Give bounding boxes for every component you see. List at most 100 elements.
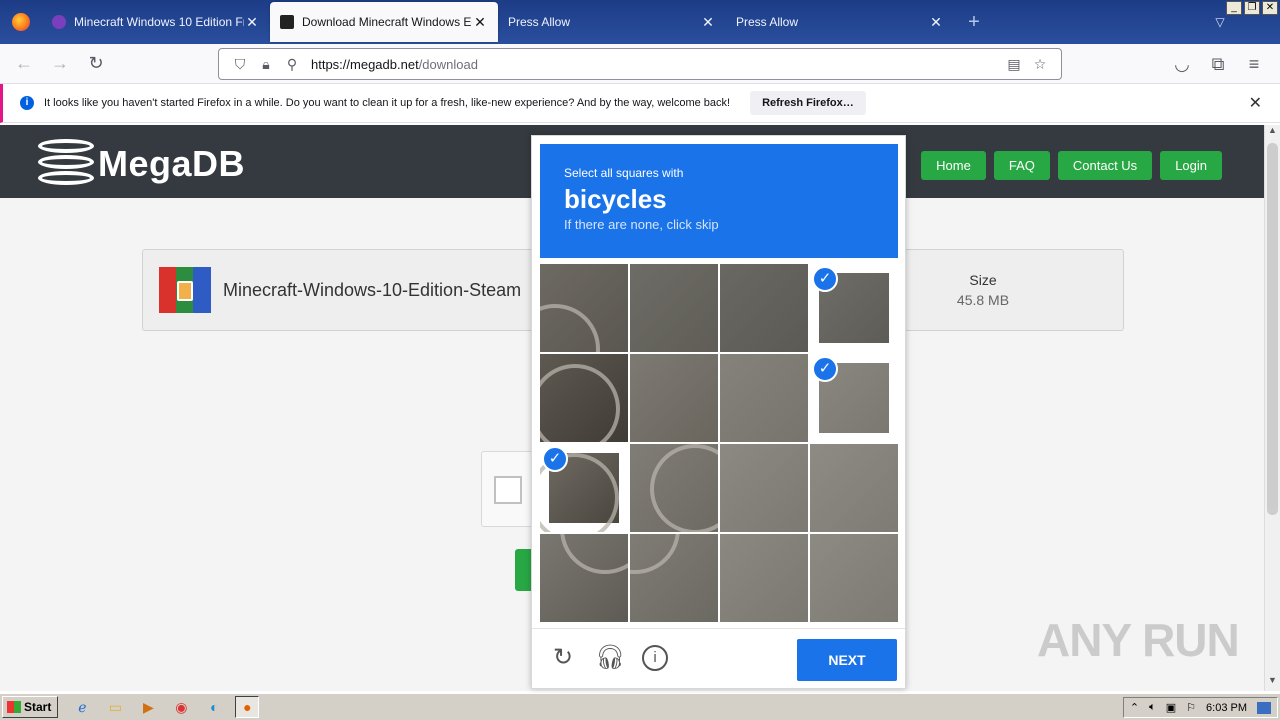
new-tab-button[interactable]: + <box>954 0 994 44</box>
captcha-tile-7[interactable] <box>720 354 808 442</box>
show-desktop-icon[interactable] <box>1257 701 1271 714</box>
captcha-tile-9[interactable]: ✓ <box>540 444 628 532</box>
captcha-tile-image <box>630 534 718 622</box>
media-player-icon[interactable]: ▶ <box>136 696 160 718</box>
anyrun-watermark: ANY RUN <box>1037 614 1240 666</box>
tab-title: Minecraft Windows 10 Edition Free <box>74 15 244 29</box>
scroll-thumb[interactable] <box>1267 143 1278 515</box>
nav-login-button[interactable]: Login <box>1160 151 1222 180</box>
captcha-tile-12[interactable] <box>810 444 898 532</box>
captcha-tile-image <box>630 444 718 532</box>
reader-view-icon[interactable]: ▤ <box>1001 56 1027 73</box>
tab-close-icon[interactable]: ✕ <box>928 14 944 31</box>
captcha-tile-2[interactable] <box>630 264 718 352</box>
captcha-tile-5[interactable] <box>540 354 628 442</box>
winrar-archive-icon <box>159 267 211 313</box>
captcha-tile-14[interactable] <box>630 534 718 622</box>
network-icon[interactable]: ▣ <box>1166 701 1176 714</box>
forward-arrow-icon[interactable]: → <box>42 48 78 80</box>
restore-icon[interactable]: ❐ <box>1244 1 1260 15</box>
reload-challenge-icon[interactable]: ↻ <box>548 643 578 673</box>
captcha-tile-10[interactable] <box>630 444 718 532</box>
close-window-icon[interactable]: ✕ <box>1262 1 1278 15</box>
next-button[interactable]: NEXT <box>797 639 897 681</box>
pocket-icon[interactable]: ◡ <box>1164 48 1200 80</box>
captcha-checkbox[interactable] <box>494 476 522 504</box>
nav-contact-button[interactable]: Contact Us <box>1057 151 1153 180</box>
windows-flag-icon <box>7 701 21 713</box>
firefox-menu[interactable] <box>0 0 42 44</box>
captcha-tile-11[interactable] <box>720 444 808 532</box>
nav-faq-button[interactable]: FAQ <box>993 151 1050 180</box>
window-controls: _ ❐ ✕ <box>1226 1 1278 15</box>
page-scrollbar[interactable]: ▲ ▼ <box>1264 125 1280 691</box>
tab-title: Press Allow <box>508 15 571 29</box>
start-button[interactable]: Start <box>2 696 59 718</box>
captcha-tile-4[interactable]: ✓ <box>810 264 898 352</box>
captcha-tile-13[interactable] <box>540 534 628 622</box>
permissions-icon[interactable]: ⚲ <box>279 56 305 73</box>
tab-press-allow-1[interactable]: Press Allow ✕ <box>498 0 726 44</box>
tab-minecraft-free[interactable]: Minecraft Windows 10 Edition Free ✕ <box>42 0 270 44</box>
chrome-icon[interactable]: ◉ <box>169 696 193 718</box>
edge-icon[interactable]: ◐ <box>202 696 226 718</box>
tab-close-icon[interactable]: ✕ <box>700 14 716 31</box>
nav-home-button[interactable]: Home <box>921 151 986 180</box>
file-explorer-icon[interactable]: ▭ <box>103 696 127 718</box>
tab-title: Download Minecraft Windows Editio <box>302 15 472 29</box>
volume-icon[interactable]: 🔈︎ <box>1149 701 1156 714</box>
tab-download-minecraft[interactable]: Download Minecraft Windows Editio ✕ <box>270 2 498 42</box>
windows-taskbar: Start ℯ ▭ ▶ ◉ ◐ ● ⌃ 🔈︎ ▣ ⚐ 6:03 PM <box>0 693 1280 720</box>
tray-expand-icon[interactable]: ⌃ <box>1130 701 1139 714</box>
minimize-icon[interactable]: _ <box>1226 1 1242 15</box>
megadb-favicon-icon <box>280 15 294 29</box>
refresh-firefox-notification: i It looks like you haven't started Fire… <box>0 84 1280 123</box>
lock-icon[interactable]: 🔒︎ <box>253 56 279 73</box>
tab-close-icon[interactable]: ✕ <box>472 14 488 31</box>
tab-favicon-icon <box>52 15 66 29</box>
extensions-puzzle-icon[interactable]: ⧉ <box>1200 48 1236 80</box>
firefox-logo-icon <box>12 13 30 31</box>
clock[interactable]: 6:03 PM <box>1206 702 1247 714</box>
url-path: /download <box>418 56 478 72</box>
selected-check-icon: ✓ <box>542 446 568 472</box>
refresh-firefox-button[interactable]: Refresh Firefox… <box>750 91 866 115</box>
captcha-image-grid: ✓ ✓ ✓ <box>540 264 898 622</box>
captcha-tile-image <box>630 354 718 442</box>
info-icon[interactable]: i <box>642 645 668 671</box>
navigation-toolbar: ← → ↻ ⛉ 🔒︎ ⚲ https://megadb.net/download… <box>0 44 1280 84</box>
firefox-taskbar-icon[interactable]: ● <box>235 696 260 718</box>
captcha-tile-image <box>540 534 628 622</box>
megadb-logo[interactable]: MegaDB <box>38 137 245 191</box>
captcha-tile-1[interactable] <box>540 264 628 352</box>
reload-icon[interactable]: ↻ <box>78 48 114 80</box>
captcha-tile-8[interactable]: ✓ <box>810 354 898 442</box>
url-text[interactable]: https://megadb.net/download <box>311 57 1001 72</box>
site-nav: Home FAQ Contact Us Login <box>921 151 1222 180</box>
scroll-up-icon[interactable]: ▲ <box>1265 125 1280 141</box>
tab-bar: Minecraft Windows 10 Edition Free ✕ Down… <box>0 0 1280 44</box>
start-label: Start <box>24 700 52 714</box>
internet-explorer-icon[interactable]: ℯ <box>70 696 94 718</box>
tab-press-allow-2[interactable]: Press Allow ✕ <box>726 0 954 44</box>
image-captcha-challenge: Select all squares with bicycles If ther… <box>531 135 906 689</box>
back-arrow-icon[interactable]: ← <box>6 48 42 80</box>
action-center-flag-icon[interactable]: ⚐ <box>1186 701 1196 714</box>
captcha-tile-image <box>720 534 808 622</box>
audio-challenge-headphones-icon[interactable]: 🎧︎ <box>595 643 625 673</box>
scroll-down-icon[interactable]: ▼ <box>1265 675 1280 691</box>
database-stack-icon <box>38 137 94 191</box>
captcha-tile-image <box>810 534 898 622</box>
captcha-tile-3[interactable] <box>720 264 808 352</box>
captcha-tile-6[interactable] <box>630 354 718 442</box>
captcha-tile-16[interactable] <box>810 534 898 622</box>
url-bar[interactable]: ⛉ 🔒︎ ⚲ https://megadb.net/download ▤ ☆ <box>218 48 1062 80</box>
file-size: Size 45.8 MB <box>913 272 1053 308</box>
captcha-tile-image <box>720 264 808 352</box>
hamburger-menu-icon[interactable]: ≡ <box>1236 48 1272 80</box>
shield-icon[interactable]: ⛉ <box>227 56 253 73</box>
close-icon[interactable]: ✕ <box>1249 93 1262 113</box>
bookmark-star-icon[interactable]: ☆ <box>1027 56 1053 73</box>
captcha-tile-15[interactable] <box>720 534 808 622</box>
tab-close-icon[interactable]: ✕ <box>244 14 260 31</box>
